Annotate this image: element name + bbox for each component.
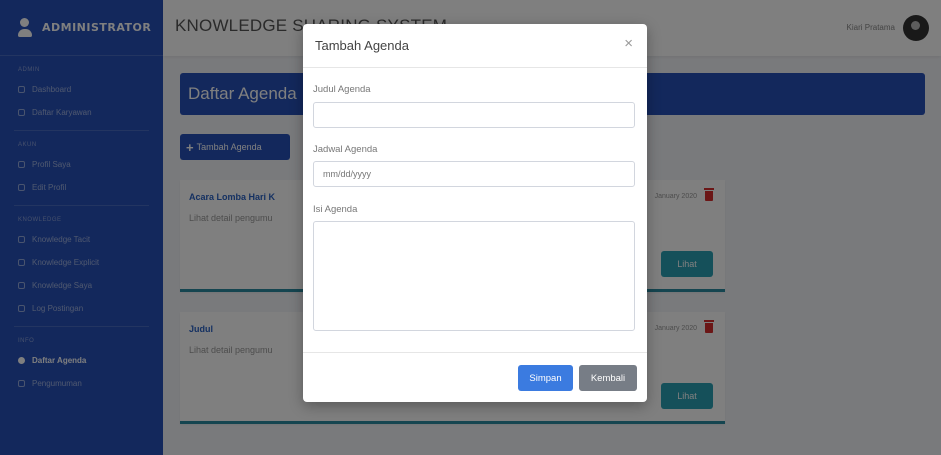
modal-header: Tambah Agenda ×	[303, 24, 647, 68]
add-agenda-modal: Tambah Agenda × Judul Agenda Jadwal Agen…	[303, 24, 647, 402]
back-button[interactable]: Kembali	[579, 365, 637, 391]
modal-title: Tambah Agenda	[315, 38, 409, 53]
judul-agenda-label: Judul Agenda	[313, 84, 371, 95]
jadwal-agenda-label: Jadwal Agenda	[313, 144, 378, 155]
isi-agenda-textarea[interactable]	[313, 221, 635, 331]
modal-footer: Simpan Kembali	[303, 352, 647, 402]
jadwal-agenda-input[interactable]	[313, 161, 635, 187]
close-icon[interactable]: ×	[624, 36, 633, 51]
isi-agenda-label: Isi Agenda	[313, 204, 358, 215]
judul-agenda-input[interactable]	[313, 102, 635, 128]
save-button[interactable]: Simpan	[518, 365, 573, 391]
